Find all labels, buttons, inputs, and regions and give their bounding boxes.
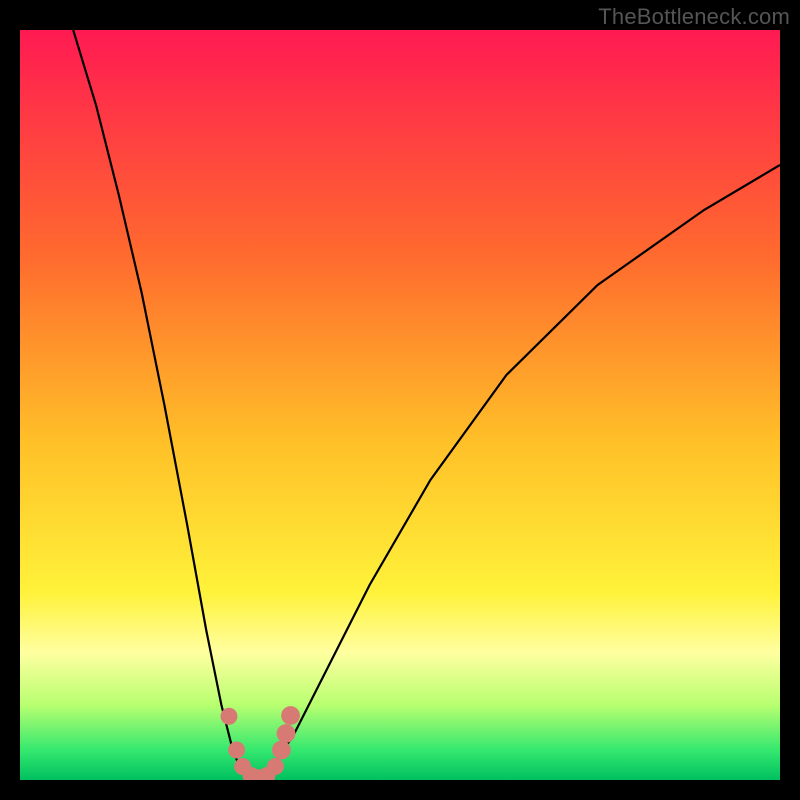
data-marker: [281, 706, 300, 725]
data-marker: [272, 741, 291, 760]
data-marker: [221, 708, 238, 725]
data-marker: [228, 742, 245, 759]
gradient-background: [20, 30, 780, 780]
data-marker: [277, 724, 296, 743]
chart-frame: TheBottleneck.com: [0, 0, 800, 800]
plot-area: [20, 30, 780, 780]
data-marker: [267, 758, 284, 775]
chart-svg: [20, 30, 780, 780]
watermark-text: TheBottleneck.com: [598, 4, 790, 30]
